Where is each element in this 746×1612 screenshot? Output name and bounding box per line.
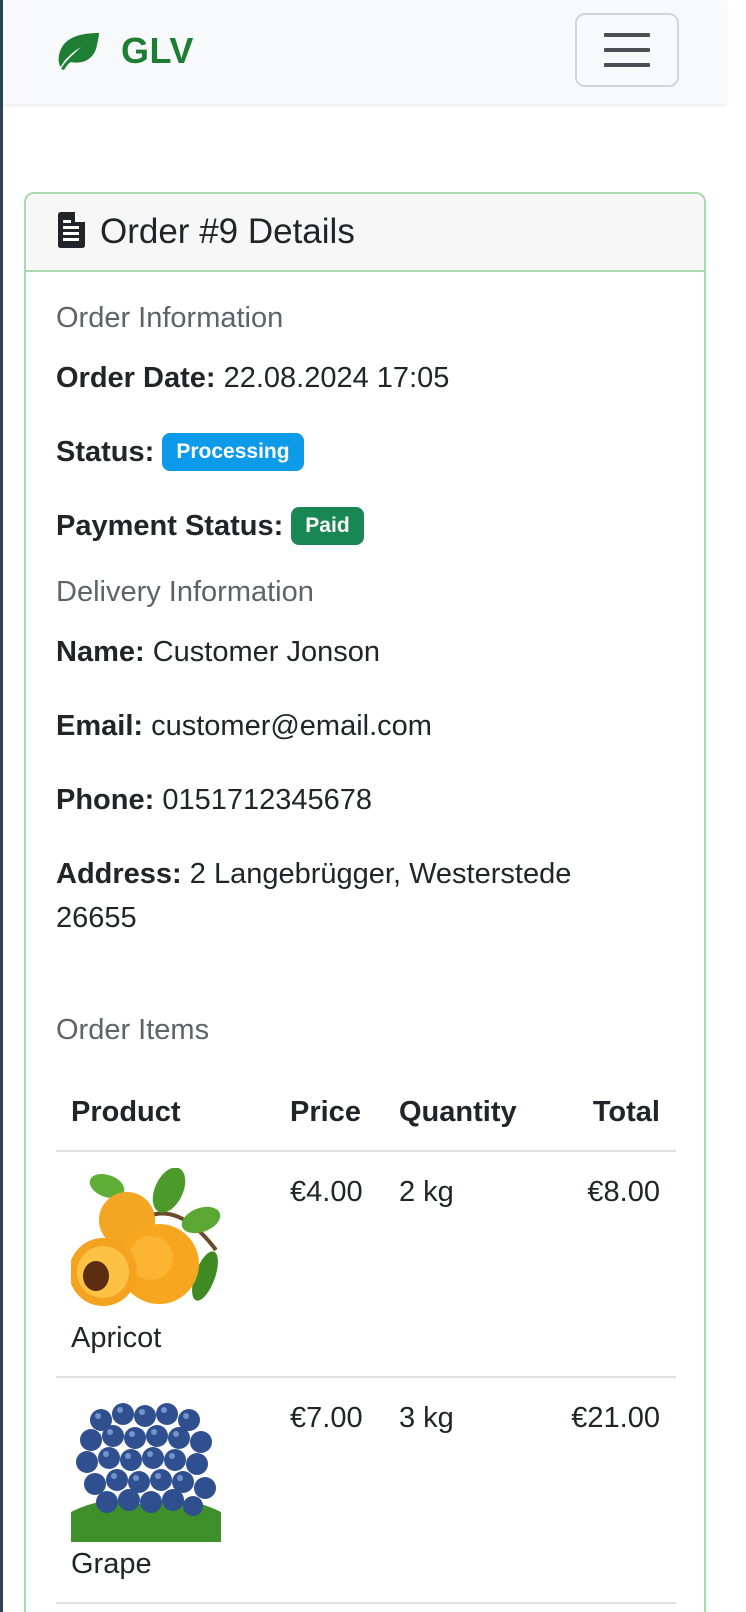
product-price: €4.00: [290, 1176, 363, 1208]
product-quantity: 3 kg: [399, 1402, 454, 1434]
order-info-heading: Order Information: [56, 302, 284, 334]
product-total: €21.00: [571, 1402, 660, 1434]
address-line: Address: 2 Langebrügger, Westerstede 266…: [56, 852, 571, 940]
phone-line: Phone: 0151712345678: [56, 778, 372, 822]
grape-image: [71, 1394, 221, 1542]
status-label: Status:: [56, 436, 155, 468]
product-quantity: 2 kg: [399, 1176, 454, 1208]
order-card: Order #9 Details Order Information Order…: [24, 192, 706, 1612]
email-value: customer@email.com: [151, 710, 432, 742]
phone-label: Phone:: [56, 784, 155, 816]
address-value-line1: 2 Langebrügger, Westerstede: [189, 858, 572, 890]
column-header-price: Price: [290, 1096, 361, 1128]
status-line: Status: Processing: [56, 430, 304, 474]
status-badge: Processing: [162, 433, 304, 471]
apricot-image: [69, 1167, 221, 1316]
brand-name: GLV: [121, 30, 194, 71]
table-row: Grape €7.00 3 kg €21.00: [56, 1378, 676, 1604]
column-header-total: Total: [592, 1096, 660, 1128]
product-name: Grape: [71, 1548, 152, 1580]
address-value-line2: 26655: [56, 902, 137, 934]
page: GLV Order #9 Details Order Information O…: [0, 0, 746, 1612]
column-header-product: Product: [71, 1096, 181, 1128]
page-title: Order #9 Details: [100, 212, 355, 251]
hamburger-menu-icon: [604, 48, 650, 52]
menu-toggle-button[interactable]: [575, 13, 679, 87]
payment-status-badge: Paid: [291, 507, 364, 545]
hamburger-menu-icon: [604, 33, 650, 37]
brand-link[interactable]: GLV: [55, 28, 194, 74]
name-value: Customer Jonson: [152, 636, 380, 668]
product-total: €8.00: [587, 1176, 660, 1208]
order-items-heading: Order Items: [56, 1014, 210, 1046]
file-text-icon: [56, 211, 86, 254]
product-name: Apricot: [71, 1322, 162, 1354]
product-price: €7.00: [290, 1402, 363, 1434]
navbar: GLV: [3, 0, 726, 104]
delivery-info-heading: Delivery Information: [56, 576, 314, 608]
table-header-row: Product Price Quantity Total: [56, 1072, 676, 1152]
order-date-value: 22.08.2024 17:05: [223, 362, 450, 394]
email-label: Email:: [56, 710, 144, 742]
table-row: Apricot €4.00 2 kg €8.00: [56, 1152, 676, 1378]
card-header: Order #9 Details: [26, 194, 704, 272]
email-line: Email: customer@email.com: [56, 704, 432, 748]
payment-status-line: Payment Status: Paid: [56, 504, 364, 548]
name-label: Name:: [56, 636, 145, 668]
payment-status-label: Payment Status:: [56, 510, 284, 542]
name-line: Name: Customer Jonson: [56, 630, 380, 674]
items-table: Product Price Quantity Total Apricot €4.…: [56, 1072, 676, 1604]
column-header-quantity: Quantity: [399, 1096, 517, 1128]
order-date-label: Order Date:: [56, 362, 216, 394]
leaf-icon: [55, 31, 101, 71]
address-label: Address:: [56, 858, 182, 890]
hamburger-menu-icon: [604, 63, 650, 67]
order-date-line: Order Date: 22.08.2024 17:05: [56, 356, 449, 400]
phone-value: 0151712345678: [162, 784, 373, 816]
left-edge: [0, 0, 3, 1612]
